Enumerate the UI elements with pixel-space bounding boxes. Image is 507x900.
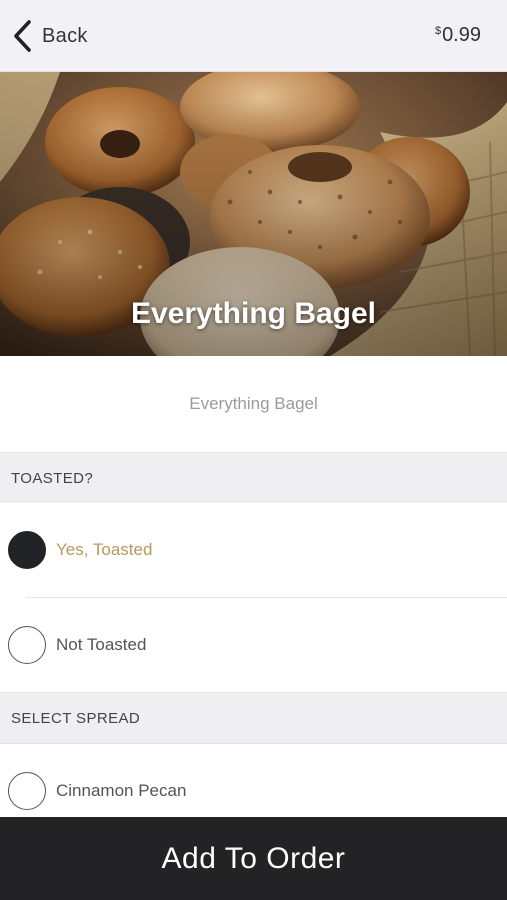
add-to-order-button[interactable]: Add To Order xyxy=(0,817,507,900)
radio-unselected-icon[interactable] xyxy=(8,626,46,664)
item-price: $ 0.99 xyxy=(435,24,481,47)
item-description: Everything Bagel xyxy=(189,394,318,413)
option-label: Cinnamon Pecan xyxy=(56,781,187,800)
option-yes-toasted[interactable]: Yes, Toasted xyxy=(0,503,507,597)
hero-title: Everything Bagel xyxy=(130,297,377,330)
back-label: Back xyxy=(42,24,88,47)
option-label: Not Toasted xyxy=(56,635,147,654)
product-hero-image: Everything Bagel xyxy=(0,72,507,356)
back-button[interactable]: Back xyxy=(12,19,88,53)
price-amount: 0.99 xyxy=(442,24,481,46)
option-label: Yes, Toasted xyxy=(56,540,153,559)
option-not-toasted[interactable]: Not Toasted xyxy=(0,598,507,692)
radio-selected-icon[interactable] xyxy=(8,531,46,569)
radio-unselected-icon[interactable] xyxy=(8,772,46,810)
section-header-spread: SELECT SPREAD xyxy=(0,692,507,744)
price-currency: $ xyxy=(434,25,442,37)
section-header-toasted: TOASTED? xyxy=(0,452,507,504)
chevron-left-icon xyxy=(14,20,31,52)
top-nav-bar: Back $ 0.99 xyxy=(0,0,507,72)
